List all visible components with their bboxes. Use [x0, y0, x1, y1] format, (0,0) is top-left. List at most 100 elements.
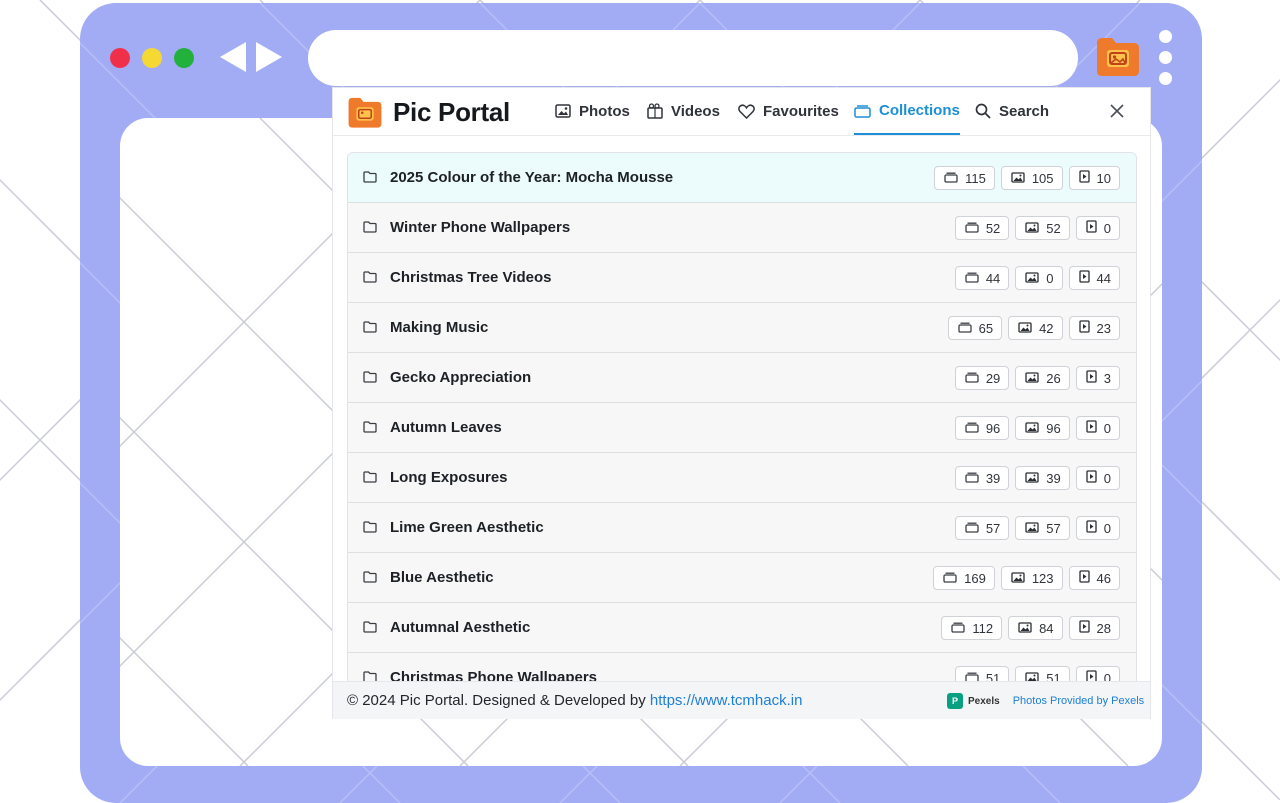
photo-count-badge: 26: [1015, 366, 1070, 390]
video-count-badge: 0: [1075, 216, 1120, 240]
photo-count-badge: 96: [1015, 416, 1070, 440]
total-count-badge: 169: [933, 566, 995, 590]
video-count: 0: [1103, 420, 1111, 436]
search-icon: [975, 103, 991, 119]
collection-row[interactable]: Christmas Tree Videos 44 0 44: [348, 253, 1136, 303]
heart-icon: [738, 103, 755, 119]
video-count: 0: [1103, 470, 1111, 486]
window-minimize-dot[interactable]: [142, 48, 162, 68]
collection-name: Gecko Appreciation: [390, 369, 532, 386]
total-count: 29: [985, 370, 1001, 386]
pic-portal-extension-icon[interactable]: [1095, 35, 1141, 77]
image-icon: [1025, 421, 1046, 436]
image-icon: [1025, 221, 1046, 236]
total-count: 115: [965, 170, 986, 186]
video-icon: [1078, 570, 1097, 586]
total-count-badge: 29: [954, 366, 1010, 390]
pexels-credit-link[interactable]: Photos Provided by Pexels: [1013, 695, 1144, 707]
video-count: 23: [1096, 320, 1111, 336]
footer-copyright: © 2024 Pic Portal. Designed & Developed …: [347, 692, 802, 709]
photo-count: 57: [1046, 520, 1061, 536]
collection-row[interactable]: 2025 Colour of the Year: Mocha Mousse 115…: [348, 153, 1136, 203]
window-close-dot[interactable]: [110, 48, 130, 68]
video-count: 28: [1096, 620, 1111, 636]
developer-link[interactable]: https://www.tcmhack.in: [650, 692, 803, 709]
collection-row[interactable]: Autumn Leaves 96 96 0: [348, 403, 1136, 453]
video-count-badge: 3: [1075, 366, 1120, 390]
collection-icon: [944, 171, 965, 186]
pexels-logo-icon: P: [947, 693, 963, 709]
collection-icon: [965, 271, 986, 286]
forward-arrow-icon[interactable]: [254, 40, 284, 74]
folder-icon: [363, 370, 377, 388]
folder-icon: [363, 470, 377, 488]
photo-count: 123: [1031, 570, 1054, 586]
video-icon: [1078, 170, 1097, 186]
copyright-text: © 2024 Pic Portal. Designed & Developed …: [347, 692, 646, 709]
collection-counts: 52 52 0: [954, 216, 1120, 240]
collection-counts: 39 39 0: [954, 466, 1120, 490]
video-count-badge: 28: [1068, 616, 1120, 640]
collection-icon: [965, 471, 986, 486]
tab-videos[interactable]: Videos: [647, 88, 720, 134]
photo-count-badge: 39: [1015, 466, 1070, 490]
photo-count-badge: 123: [1000, 566, 1063, 590]
window-maximize-dot[interactable]: [174, 48, 194, 68]
collection-row[interactable]: Christmas Phone Wallpapers 51 51 0: [348, 653, 1136, 682]
tab-collections[interactable]: Collections: [854, 88, 960, 135]
photo-count: 84: [1039, 620, 1054, 636]
video-icon: [1086, 420, 1104, 436]
collection-name: 2025 Colour of the Year: Mocha Mousse: [390, 169, 674, 186]
collection-icon: [951, 621, 972, 636]
photo-count: 39: [1046, 470, 1061, 486]
close-icon[interactable]: [1109, 103, 1125, 119]
collection-icon: [965, 371, 986, 386]
browser-menu-button[interactable]: [1158, 30, 1174, 86]
collection-name: Winter Phone Wallpapers: [390, 219, 571, 236]
collection-row[interactable]: Long Exposures 39 39 0: [348, 453, 1136, 503]
video-count-badge: 0: [1075, 516, 1120, 540]
collection-icon: [965, 421, 986, 436]
tab-label: Videos: [671, 102, 720, 120]
total-count: 169: [964, 570, 986, 586]
tab-label: Search: [999, 102, 1050, 120]
popup-footer: © 2024 Pic Portal. Designed & Developed …: [333, 681, 1150, 719]
collection-name: Long Exposures: [390, 469, 508, 486]
collection-row[interactable]: Autumnal Aesthetic 112 84 28: [348, 603, 1136, 653]
collection-row[interactable]: Gecko Appreciation 29 26 3: [348, 353, 1136, 403]
folder-icon: [363, 220, 377, 238]
tab-photos[interactable]: Photos: [555, 88, 630, 134]
app-title: Pic Portal: [393, 96, 510, 127]
video-icon: [1086, 220, 1104, 236]
total-count: 96: [985, 420, 1001, 436]
pexels-credit: P Pexels Photos Provided by Pexels: [947, 693, 1144, 709]
collection-row[interactable]: Making Music 65 42 23: [348, 303, 1136, 353]
collection-row[interactable]: Lime Green Aesthetic 57 57 0: [348, 503, 1136, 553]
collection-icon: [965, 521, 986, 536]
folder-icon: [363, 570, 377, 588]
folder-icon: [363, 270, 377, 288]
video-count-badge: 0: [1075, 416, 1120, 440]
total-count: 57: [985, 520, 1001, 536]
film-icon: [647, 103, 663, 119]
collection-name: Making Music: [390, 319, 489, 336]
photo-count: 26: [1046, 370, 1061, 386]
photo-count: 52: [1046, 220, 1061, 236]
collection-counts: 112 84 28: [941, 616, 1120, 640]
photo-count: 0: [1046, 270, 1054, 286]
video-count-badge: 44: [1068, 266, 1120, 290]
video-count-badge: 46: [1068, 566, 1120, 590]
image-icon: [1018, 621, 1039, 636]
collections-list: 2025 Colour of the Year: Mocha Mousse 115…: [347, 152, 1137, 683]
collection-counts: 57 57 0: [954, 516, 1120, 540]
video-count: 10: [1096, 170, 1111, 186]
collection-icon: [957, 321, 979, 336]
collection-row[interactable]: Blue Aesthetic 169 123 46: [348, 553, 1136, 603]
address-bar[interactable]: [308, 30, 1078, 86]
tab-search[interactable]: Search: [975, 88, 1049, 134]
collection-row[interactable]: Winter Phone Wallpapers 52 52 0: [348, 203, 1136, 253]
collection-name: Christmas Tree Videos: [390, 269, 552, 286]
total-count-badge: 96: [954, 416, 1010, 440]
back-arrow-icon[interactable]: [218, 40, 248, 74]
tab-favourites[interactable]: Favourites: [738, 88, 839, 134]
